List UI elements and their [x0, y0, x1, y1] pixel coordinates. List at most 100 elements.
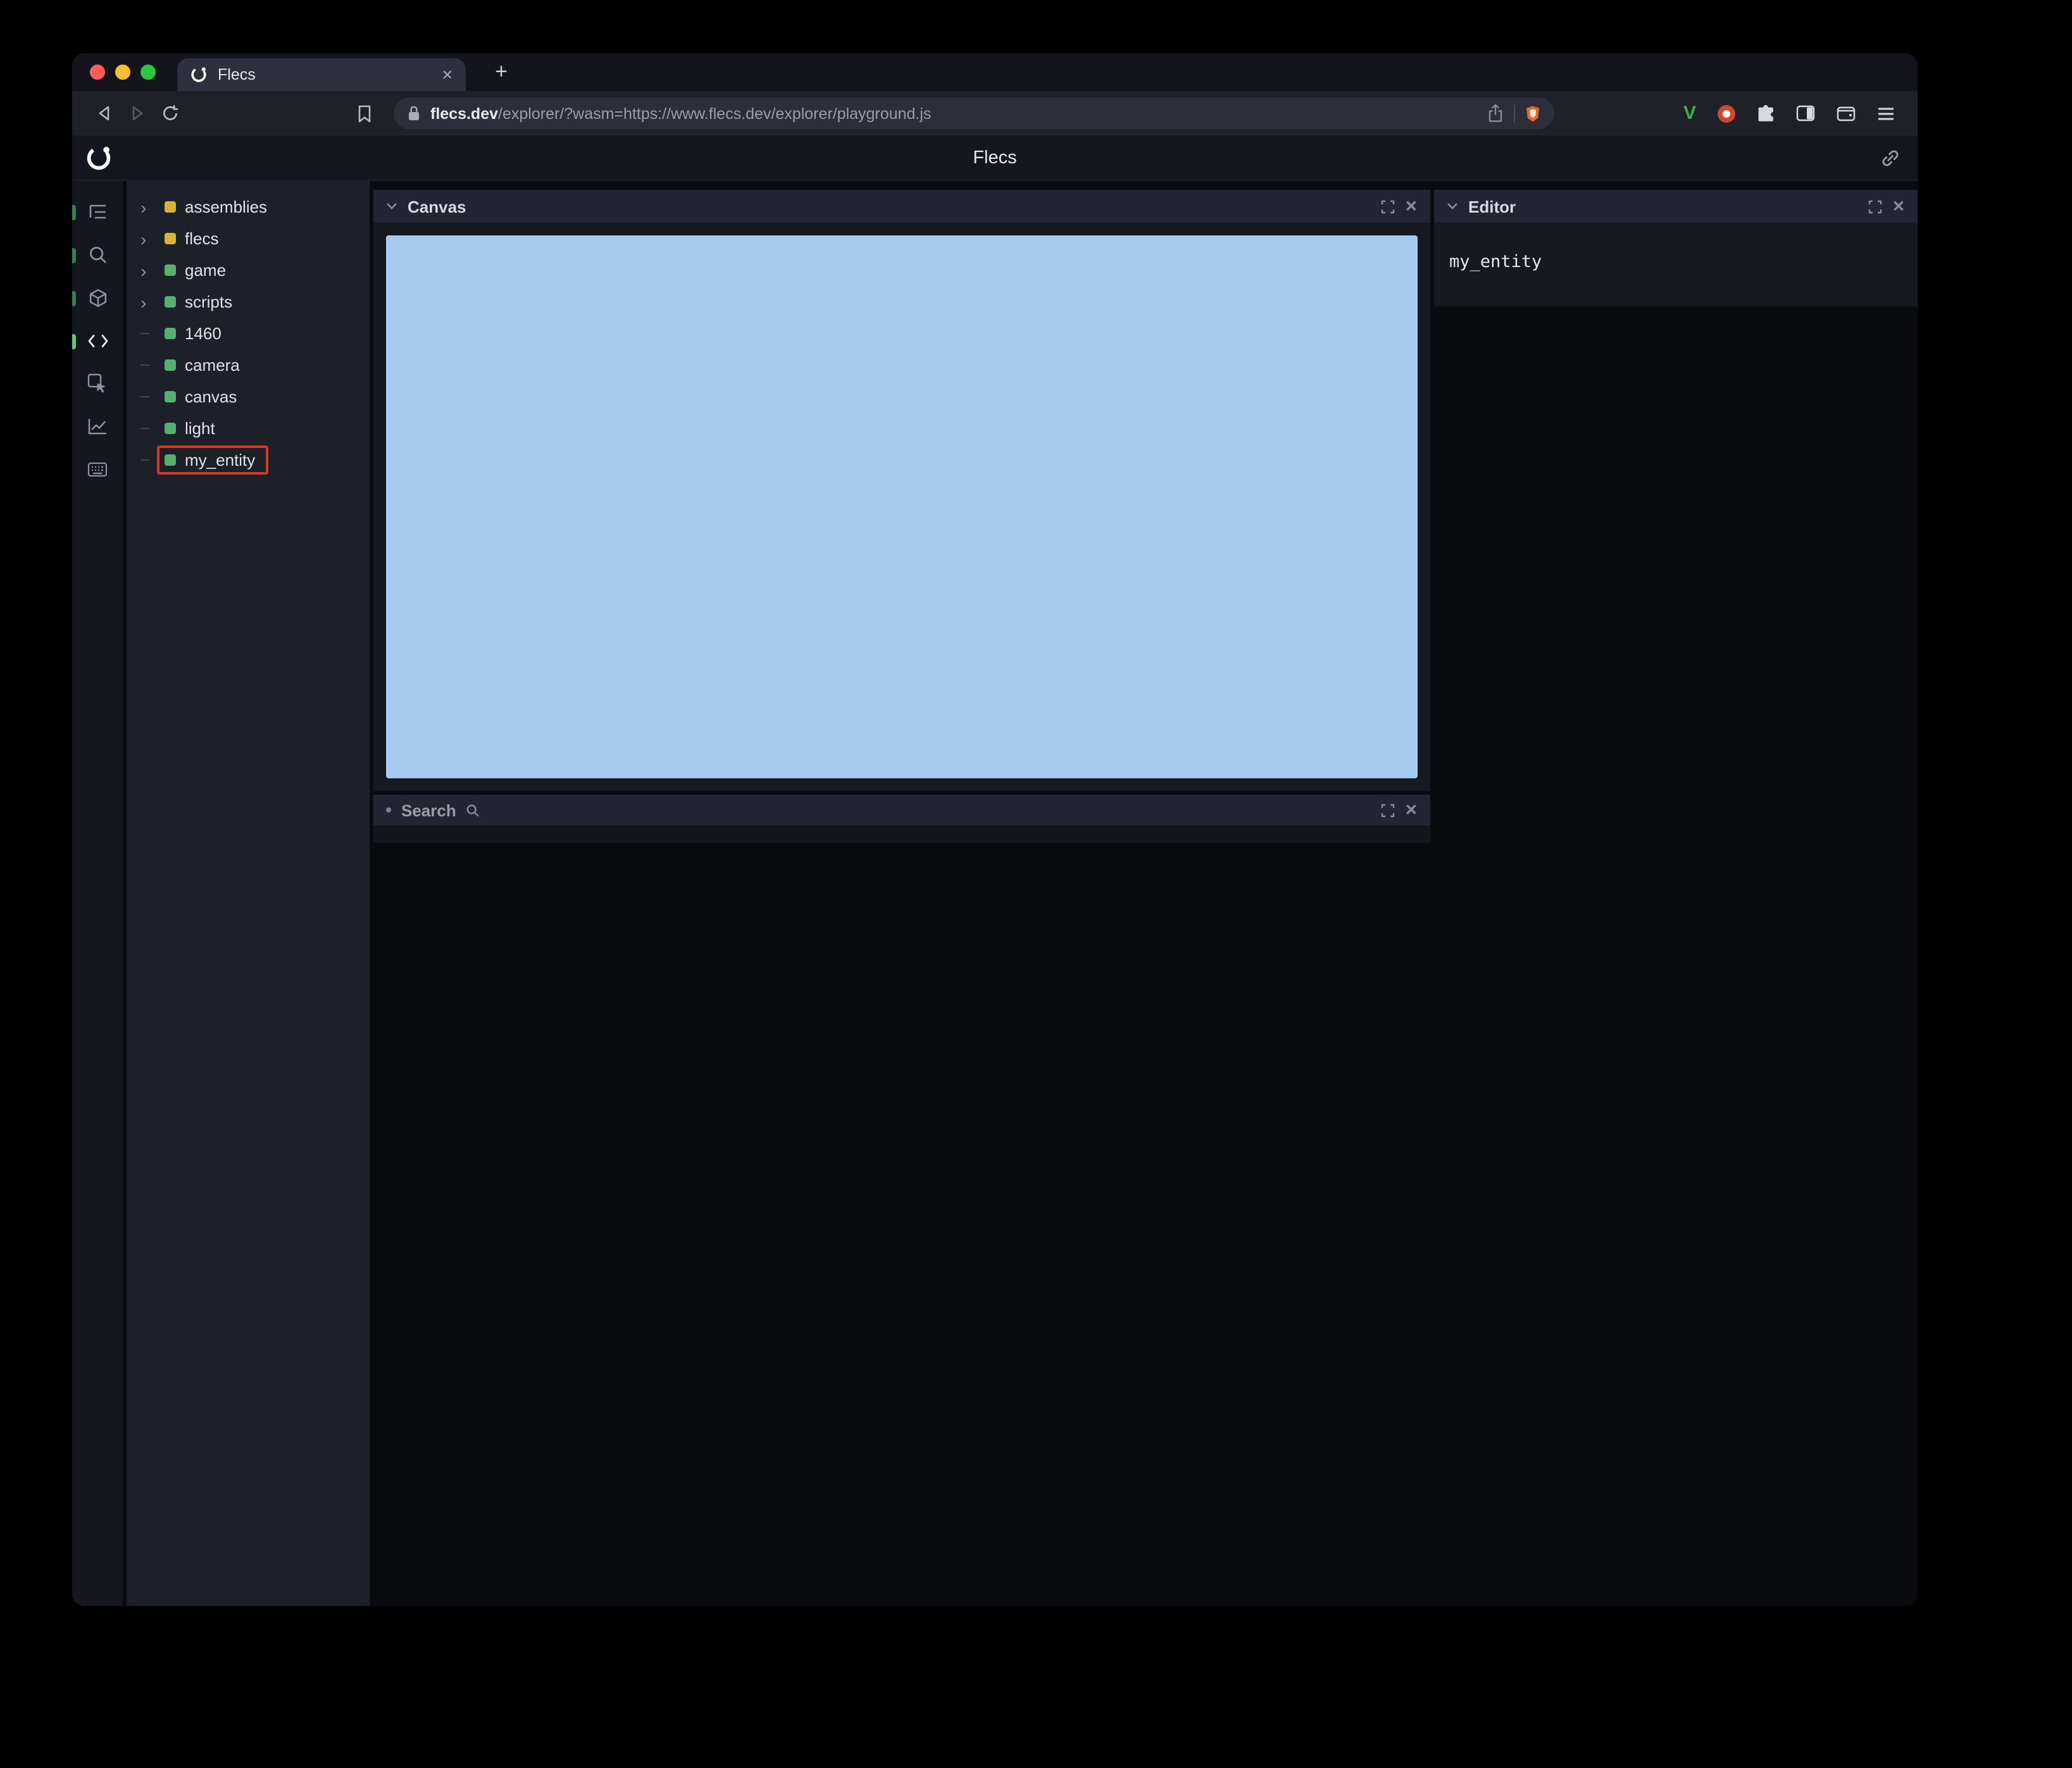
chevron-down-icon[interactable] — [1447, 202, 1458, 210]
tree-expand-arrow[interactable] — [140, 459, 157, 461]
search-panel-header: Search ✕ — [373, 795, 1430, 825]
url-domain: flecs.dev — [430, 104, 499, 122]
tree-expand-arrow[interactable] — [140, 396, 157, 397]
browser-tab[interactable]: Flecs ✕ — [177, 58, 466, 91]
empty-area — [1434, 306, 1918, 1606]
editor-panel-title: Editor — [1468, 197, 1516, 216]
share-link-icon[interactable] — [1881, 148, 1900, 167]
puzzle-extensions-icon[interactable] — [1757, 104, 1775, 122]
tree-expand-arrow[interactable] — [140, 428, 157, 429]
tree-expand-arrow[interactable] — [140, 333, 157, 334]
tree-item-content: scripts — [157, 287, 245, 316]
tree-item-content: light — [157, 414, 228, 443]
search-tool-icon[interactable] — [85, 242, 110, 267]
tree-item-content: camera — [157, 351, 253, 380]
flecs-explorer-app: Flecs › assemblies › flecs › game › scri… — [72, 135, 1918, 1606]
sidebar-toggle-icon[interactable] — [1796, 105, 1815, 121]
v-extension-icon[interactable]: V — [1683, 104, 1696, 123]
code-editor-icon[interactable] — [85, 328, 110, 353]
tree-item[interactable]: › scripts — [127, 286, 370, 318]
tree-item-label: flecs — [185, 229, 219, 248]
new-tab-button[interactable]: + — [486, 57, 516, 87]
stats-chart-icon[interactable] — [85, 414, 110, 439]
tree-item-content: canvas — [157, 382, 249, 411]
entities-cube-icon[interactable] — [85, 285, 110, 310]
tree-expand-arrow[interactable]: › — [140, 261, 157, 279]
entity-color-square — [165, 201, 176, 213]
menu-hamburger-icon[interactable] — [1877, 106, 1895, 121]
tree-item[interactable]: camera — [127, 349, 370, 381]
app-title: Flecs — [973, 147, 1017, 168]
tree-item-label: assemblies — [185, 197, 268, 216]
tree-item[interactable]: canvas — [127, 381, 370, 413]
editor-panel-header: Editor ✕ — [1434, 190, 1918, 223]
reload-button[interactable] — [153, 97, 186, 130]
entity-color-square — [165, 454, 176, 466]
tree-item-label: my_entity — [185, 451, 256, 470]
panel-collapse-dot[interactable] — [386, 807, 391, 812]
search-panel: Search ✕ — [373, 795, 1430, 843]
bookmark-icon[interactable] — [348, 97, 381, 130]
tree-expand-arrow[interactable]: › — [140, 230, 157, 247]
editor-code-area[interactable]: my_entity — [1434, 223, 1918, 306]
forward-button[interactable] — [120, 97, 153, 130]
brave-shield-icon[interactable] — [1525, 104, 1540, 122]
tree-item-label: scripts — [185, 292, 233, 311]
tree-item[interactable]: light — [127, 413, 370, 444]
search-icon — [466, 803, 480, 817]
url-text[interactable]: flecs.dev/explorer/?wasm=https://www.fle… — [430, 104, 1477, 122]
expand-panel-icon[interactable] — [1381, 199, 1395, 213]
rail-indicator — [72, 334, 76, 349]
tree-item[interactable]: my_entity — [127, 444, 370, 476]
tree-item[interactable]: 1460 — [127, 318, 370, 349]
tree-item[interactable]: › game — [127, 254, 370, 286]
entity-color-square — [165, 296, 176, 308]
tree-expand-arrow[interactable] — [140, 364, 157, 366]
wallet-icon[interactable] — [1837, 105, 1856, 121]
tree-view-icon[interactable] — [85, 199, 110, 224]
tree-item-content: flecs — [157, 224, 231, 253]
chevron-down-icon[interactable] — [386, 202, 397, 210]
inspect-icon[interactable] — [85, 371, 110, 396]
divider — [1513, 104, 1515, 122]
entity-tree: › assemblies › flecs › game › scripts 14… — [127, 181, 370, 1606]
share-icon[interactable] — [1487, 104, 1504, 123]
back-button[interactable] — [87, 97, 120, 130]
tree-item-content: assemblies — [157, 192, 280, 221]
window-controls — [90, 65, 156, 80]
entity-color-square — [165, 328, 176, 339]
tab-close-icon[interactable]: ✕ — [442, 66, 453, 83]
center-column: Canvas ✕ Search ✕ — [373, 181, 1430, 1606]
canvas-viewport[interactable] — [386, 235, 1418, 778]
tree-item-label: 1460 — [185, 324, 222, 343]
minimize-window-button[interactable] — [115, 65, 130, 80]
rail-indicator — [72, 248, 76, 263]
right-column: Editor ✕ my_entity — [1434, 181, 1918, 1606]
tree-item-label: game — [185, 261, 227, 280]
canvas-panel-content — [373, 223, 1430, 791]
tree-item-content: game — [157, 256, 239, 285]
red-extension-icon[interactable] — [1718, 104, 1735, 122]
canvas-panel: Canvas ✕ — [373, 190, 1430, 791]
rail-indicator — [72, 291, 76, 306]
extensions-cluster: V — [1683, 104, 1895, 123]
address-bar[interactable]: flecs.dev/explorer/?wasm=https://www.fle… — [394, 97, 1554, 129]
tree-item-label: canvas — [185, 387, 237, 406]
entity-color-square — [165, 391, 176, 402]
keyboard-table-icon[interactable] — [85, 457, 110, 482]
expand-panel-icon[interactable] — [1381, 803, 1395, 817]
close-window-button[interactable] — [90, 65, 105, 80]
maximize-window-button[interactable] — [140, 65, 156, 80]
tree-item[interactable]: › flecs — [127, 223, 370, 254]
browser-toolbar: flecs.dev/explorer/?wasm=https://www.fle… — [72, 91, 1918, 135]
tree-item[interactable]: › assemblies — [127, 191, 370, 223]
tree-expand-arrow[interactable]: › — [140, 293, 157, 311]
close-panel-icon[interactable]: ✕ — [1405, 199, 1418, 214]
close-panel-icon[interactable]: ✕ — [1892, 199, 1905, 214]
tree-expand-arrow[interactable]: › — [140, 198, 157, 216]
app-body: › assemblies › flecs › game › scripts 14… — [72, 181, 1918, 1606]
entity-color-square — [165, 359, 176, 371]
tree-item-content: 1460 — [157, 319, 234, 348]
close-panel-icon[interactable]: ✕ — [1405, 802, 1418, 818]
expand-panel-icon[interactable] — [1868, 199, 1882, 213]
